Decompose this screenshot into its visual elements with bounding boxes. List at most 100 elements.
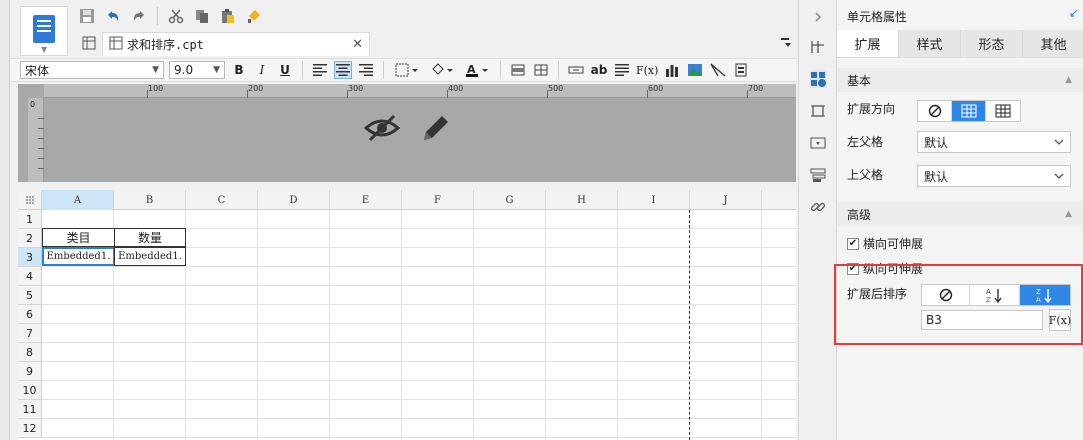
cell-element-icon[interactable] [809, 38, 827, 56]
cell-b2[interactable]: 数量 [114, 228, 186, 247]
chart-icon[interactable] [663, 61, 681, 79]
select-all-corner[interactable] [18, 190, 42, 210]
collapse-arrow-icon[interactable]: ↙ [1069, 6, 1079, 20]
toolbar-separator [383, 61, 384, 79]
row-header-6[interactable]: 6 [18, 305, 42, 324]
column-header-e[interactable]: E [330, 190, 402, 210]
grid-view-icon[interactable] [82, 36, 96, 53]
column-header-a[interactable]: A [42, 190, 114, 210]
upper-parent-select[interactable]: 默认 [917, 165, 1071, 187]
cell-a2[interactable]: 类目 [42, 228, 115, 247]
widget-icon[interactable] [809, 134, 827, 152]
sort-ascending-icon[interactable]: AZ [970, 285, 1020, 305]
redo-icon[interactable] [128, 5, 150, 27]
no-expand-option[interactable] [918, 101, 952, 121]
bold-button[interactable]: B [230, 61, 248, 79]
spreadsheet-grid[interactable]: A B C D E F G H I J 1 2 3 4 5 6 7 8 9 10… [18, 190, 796, 440]
cell-a3[interactable]: Embedded1. [42, 247, 115, 266]
cell-attribute-icon[interactable] [809, 70, 827, 88]
image-icon[interactable] [686, 61, 704, 79]
formula-editor-button[interactable]: F(x) [1049, 309, 1071, 331]
subreport-icon[interactable] [732, 61, 750, 79]
font-family-select[interactable]: 宋体 ▼ [20, 61, 164, 79]
left-parent-select[interactable]: 默认 [917, 131, 1071, 153]
vertical-expand-option[interactable] [952, 101, 986, 121]
font-family-value: 宋体 [25, 63, 50, 78]
designer-window: ▼ 求和排序.cpt ✕ 宋体 ▼ 9.0 ▼ B I U A ab F(x) … [0, 0, 1083, 440]
header-tools [363, 112, 452, 147]
insert-row-icon[interactable] [567, 61, 585, 79]
save-icon[interactable] [76, 5, 98, 27]
tab-document[interactable]: 求和排序.cpt ✕ [102, 32, 370, 56]
quick-access-toolbar [76, 4, 265, 28]
sort-formula-input[interactable]: B3 [921, 310, 1043, 330]
row-header-9[interactable]: 9 [18, 362, 42, 381]
section-basic[interactable]: 基本 ▲ [837, 68, 1083, 92]
tab-form[interactable]: 形态 [961, 30, 1023, 57]
section-advanced[interactable]: 高级 ▲ [837, 202, 1083, 226]
condition-icon[interactable] [809, 166, 827, 184]
app-menu-button[interactable]: ▼ [20, 6, 68, 56]
column-header-j[interactable]: J [690, 190, 762, 210]
column-header-f[interactable]: F [402, 190, 474, 210]
align-center-icon[interactable] [334, 61, 352, 79]
underline-button[interactable]: U [276, 61, 294, 79]
cut-icon[interactable] [165, 5, 187, 27]
font-size-select[interactable]: 9.0 ▼ [169, 61, 225, 79]
copy-icon[interactable] [191, 5, 213, 27]
left-parent-label: 左父格 [847, 135, 884, 149]
paragraph-icon[interactable] [613, 61, 631, 79]
insert-text-button[interactable]: ab [590, 61, 608, 79]
row-header-5[interactable]: 5 [18, 286, 42, 305]
tab-style[interactable]: 样式 [899, 30, 961, 57]
column-header-b[interactable]: B [114, 190, 186, 210]
tab-expand[interactable]: 扩展 [837, 30, 899, 57]
paste-icon[interactable] [217, 5, 239, 27]
row-header-12[interactable]: 12 [18, 419, 42, 438]
italic-button[interactable]: I [253, 61, 271, 79]
horizontal-expand-option[interactable] [986, 101, 1020, 121]
chevron-right-icon[interactable] [809, 8, 827, 26]
no-sort-option[interactable] [922, 285, 970, 305]
row-header-2[interactable]: 2 [18, 229, 42, 248]
formula-button[interactable]: F(x) [636, 61, 658, 79]
hidden-eye-icon[interactable] [363, 112, 401, 147]
tab-menu-icon[interactable] [780, 36, 792, 51]
fill-color-icon[interactable] [427, 61, 457, 79]
column-header-g[interactable]: G [474, 190, 546, 210]
row-header-1[interactable]: 1 [18, 210, 42, 229]
vertical-expand-checkbox[interactable]: ✔ 纵向可伸展 [847, 260, 923, 277]
row-header-4[interactable]: 4 [18, 267, 42, 286]
section-advanced-label: 高级 [847, 207, 872, 222]
edit-pencil-icon[interactable] [420, 112, 452, 147]
merge-cells-icon[interactable] [509, 61, 527, 79]
split-cells-icon[interactable] [532, 61, 550, 79]
row-header-7[interactable]: 7 [18, 324, 42, 343]
horizontal-expand-label: 横向可伸展 [863, 237, 924, 251]
format-painter-icon[interactable] [243, 5, 265, 27]
row-header-10[interactable]: 10 [18, 381, 42, 400]
undo-icon[interactable] [102, 5, 124, 27]
cell-style-icon[interactable] [809, 102, 827, 120]
font-color-icon[interactable]: A [462, 61, 492, 79]
column-header-next[interactable] [762, 190, 796, 210]
checkmark-icon: ✔ [847, 262, 859, 275]
row-header-3[interactable]: 3 [18, 248, 42, 267]
column-header-h[interactable]: H [546, 190, 618, 210]
hyperlink-icon[interactable] [809, 198, 827, 216]
column-header-i[interactable]: I [618, 190, 690, 210]
border-icon[interactable] [392, 61, 422, 79]
sort-descending-icon[interactable]: ZA [1020, 285, 1070, 305]
close-icon[interactable]: ✕ [352, 37, 363, 52]
align-left-icon[interactable] [311, 61, 329, 79]
tab-other[interactable]: 其他 [1023, 30, 1083, 57]
row-header-8[interactable]: 8 [18, 343, 42, 362]
horizontal-expand-checkbox[interactable]: ✔ 横向可伸展 [847, 235, 923, 252]
cell-b3[interactable]: Embedded1. [114, 247, 186, 266]
align-right-icon[interactable] [357, 61, 375, 79]
row-header-11[interactable]: 11 [18, 400, 42, 419]
svg-text:Z: Z [1036, 288, 1041, 296]
slash-icon[interactable] [709, 61, 727, 79]
column-header-c[interactable]: C [186, 190, 258, 210]
column-header-d[interactable]: D [258, 190, 330, 210]
